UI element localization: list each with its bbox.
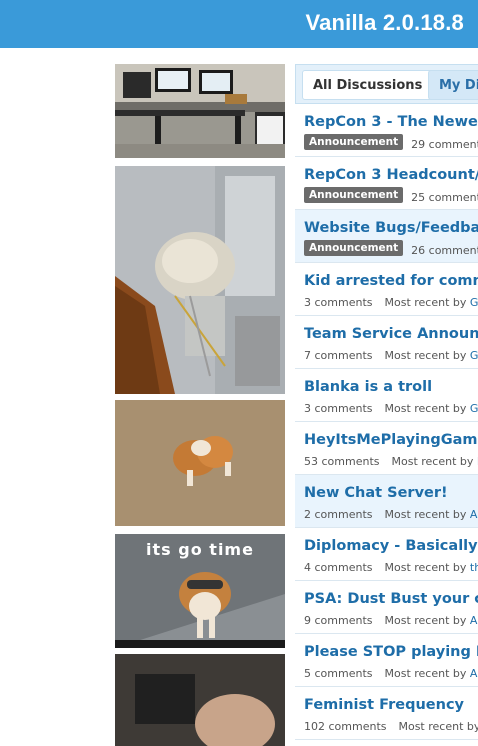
discussion-row[interactable]: RepCon 3 - The Newest I Announcement 29 co… xyxy=(295,104,478,157)
discussion-title[interactable]: Diplomacy - Basically 'A xyxy=(304,538,478,554)
dusty-pc-case-image xyxy=(115,166,285,394)
announcement-badge: Announcement xyxy=(304,134,404,150)
photo-caption: its go time xyxy=(146,540,254,559)
desk-setup-photo[interactable] xyxy=(115,64,285,158)
comment-count: 2 comments xyxy=(304,508,373,521)
comment-count: 29 comment xyxy=(411,138,478,151)
bottom-partial-image xyxy=(115,654,285,746)
most-recent-label: Most recent by xyxy=(384,402,467,415)
discussion-row[interactable]: HeyItsMePlayingGames - 53 comments Most re… xyxy=(295,422,478,475)
most-recent-user-link[interactable]: Gi xyxy=(470,402,478,415)
comment-count: 3 comments xyxy=(304,402,373,415)
discussion-row[interactable]: Team Service Announcen 7 comments Most rec… xyxy=(295,316,478,369)
corgis-wrestling-image xyxy=(115,400,285,526)
discussion-row[interactable]: Kid arrested for comment 3 comments Most r… xyxy=(295,263,478,316)
discussion-meta: 9 comments Most recent by Ar xyxy=(304,614,478,627)
comment-count: 4 comments xyxy=(304,561,373,574)
comment-count: 7 comments xyxy=(304,349,373,362)
discussion-title[interactable]: RepCon 3 Headcount/Sur xyxy=(304,167,478,183)
most-recent-user-link[interactable]: Gi xyxy=(470,349,478,362)
discussion-tabs: All Discussions My Dis xyxy=(295,64,478,104)
most-recent-label: Most recent by xyxy=(398,720,478,733)
most-recent-user-link[interactable]: Ar xyxy=(470,508,478,521)
tab-all-discussions[interactable]: All Discussions xyxy=(302,70,434,100)
discussion-title[interactable]: Blanka is a troll xyxy=(304,379,432,395)
tab-my-discussions[interactable]: My Dis xyxy=(428,70,478,100)
most-recent-label: Most recent by xyxy=(384,667,467,680)
discussion-row[interactable]: Please STOP playing Leag 5 comments Most r… xyxy=(295,634,478,687)
discussion-title[interactable]: PSA: Dust Bust your comp xyxy=(304,591,478,607)
its-go-time-corgi-photo[interactable]: its go time xyxy=(115,534,285,648)
most-recent-user-link[interactable]: Al xyxy=(470,667,478,680)
discussion-meta: 53 commentsMost recent by F xyxy=(304,455,478,468)
most-recent-label: Most recent by xyxy=(384,349,467,362)
discussion-list: RepCon 3 - The Newest I Announcement 29 co… xyxy=(295,104,478,740)
discussion-row[interactable]: RepCon 3 Headcount/Sur Announcement 25 com… xyxy=(295,157,478,210)
discussion-meta: 102 commentsMost recent by Ar xyxy=(304,720,478,733)
discussion-title[interactable]: Website Bugs/Feedback/ xyxy=(304,220,478,236)
discussion-title[interactable]: HeyItsMePlayingGames - xyxy=(304,432,478,448)
discussion-meta: 3 comments Most recent by Gi xyxy=(304,296,478,309)
discussion-row[interactable]: Feminist Frequency 102 comments Most recen… xyxy=(295,687,478,740)
discussion-meta: 5 comments Most recent by Al xyxy=(304,667,478,680)
discussion-meta: 2 comments Most recent by Ar xyxy=(304,508,478,521)
discussion-row[interactable]: Website Bugs/Feedback/Announcement 26 com… xyxy=(295,210,478,263)
discussion-title[interactable]: Team Service Announcen xyxy=(304,326,478,342)
comment-count: 26 comment xyxy=(411,244,478,257)
desk-setup-image xyxy=(115,64,285,158)
most-recent-label: Most recent by xyxy=(384,614,467,627)
most-recent-label: Most recent by xyxy=(391,455,474,468)
bottom-partial-photo[interactable] xyxy=(115,654,285,746)
comment-count: 102 comments xyxy=(304,720,387,733)
discussion-row[interactable]: New Chat Server! 2 comments Most recent by… xyxy=(295,475,478,528)
discussion-meta: 7 comments Most recent by Gi xyxy=(304,349,478,362)
comment-count: 5 comments xyxy=(304,667,373,680)
most-recent-label: Most recent by xyxy=(384,561,467,574)
discussion-meta: Announcement 26 comment xyxy=(304,240,478,259)
dusty-pc-case-photo[interactable] xyxy=(115,166,285,394)
comment-count: 25 comment xyxy=(411,191,478,204)
most-recent-label: Most recent by xyxy=(384,508,467,521)
discussion-meta: Announcement 29 comment xyxy=(304,134,478,153)
discussion-row[interactable]: Diplomacy - Basically 'A 4 comments Most r… xyxy=(295,528,478,581)
discussion-title[interactable]: Please STOP playing Leag xyxy=(304,644,478,660)
most-recent-user-link[interactable]: Gi xyxy=(470,296,478,309)
comment-count: 3 comments xyxy=(304,296,373,309)
most-recent-label: Most recent by xyxy=(384,296,467,309)
most-recent-user-link[interactable]: Ar xyxy=(470,614,478,627)
top-banner: Vanilla 2.0.18.8 xyxy=(0,0,478,48)
discussion-title[interactable]: Feminist Frequency xyxy=(304,697,464,713)
discussion-meta: 3 comments Most recent by Gi xyxy=(304,402,478,415)
corgis-wrestling-photo[interactable] xyxy=(115,400,285,526)
discussion-meta: 4 comments Most recent by th xyxy=(304,561,478,574)
comment-count: 9 comments xyxy=(304,614,373,627)
discussion-row[interactable]: PSA: Dust Bust your comp 9 comments Most r… xyxy=(295,581,478,634)
discussion-title[interactable]: RepCon 3 - The Newest I xyxy=(304,114,478,130)
site-brand[interactable]: Vanilla 2.0.18.8 xyxy=(305,10,464,36)
most-recent-user-link[interactable]: th xyxy=(470,561,478,574)
comment-count: 53 comments xyxy=(304,455,380,468)
discussion-row[interactable]: Blanka is a troll 3 comments Most recent b… xyxy=(295,369,478,422)
discussion-meta: Announcement 25 comment xyxy=(304,187,478,206)
discussion-title[interactable]: Kid arrested for comment xyxy=(304,273,478,289)
announcement-badge: Announcement xyxy=(304,187,404,203)
discussion-title[interactable]: New Chat Server! xyxy=(304,485,448,501)
announcement-badge: Announcement xyxy=(304,240,404,256)
